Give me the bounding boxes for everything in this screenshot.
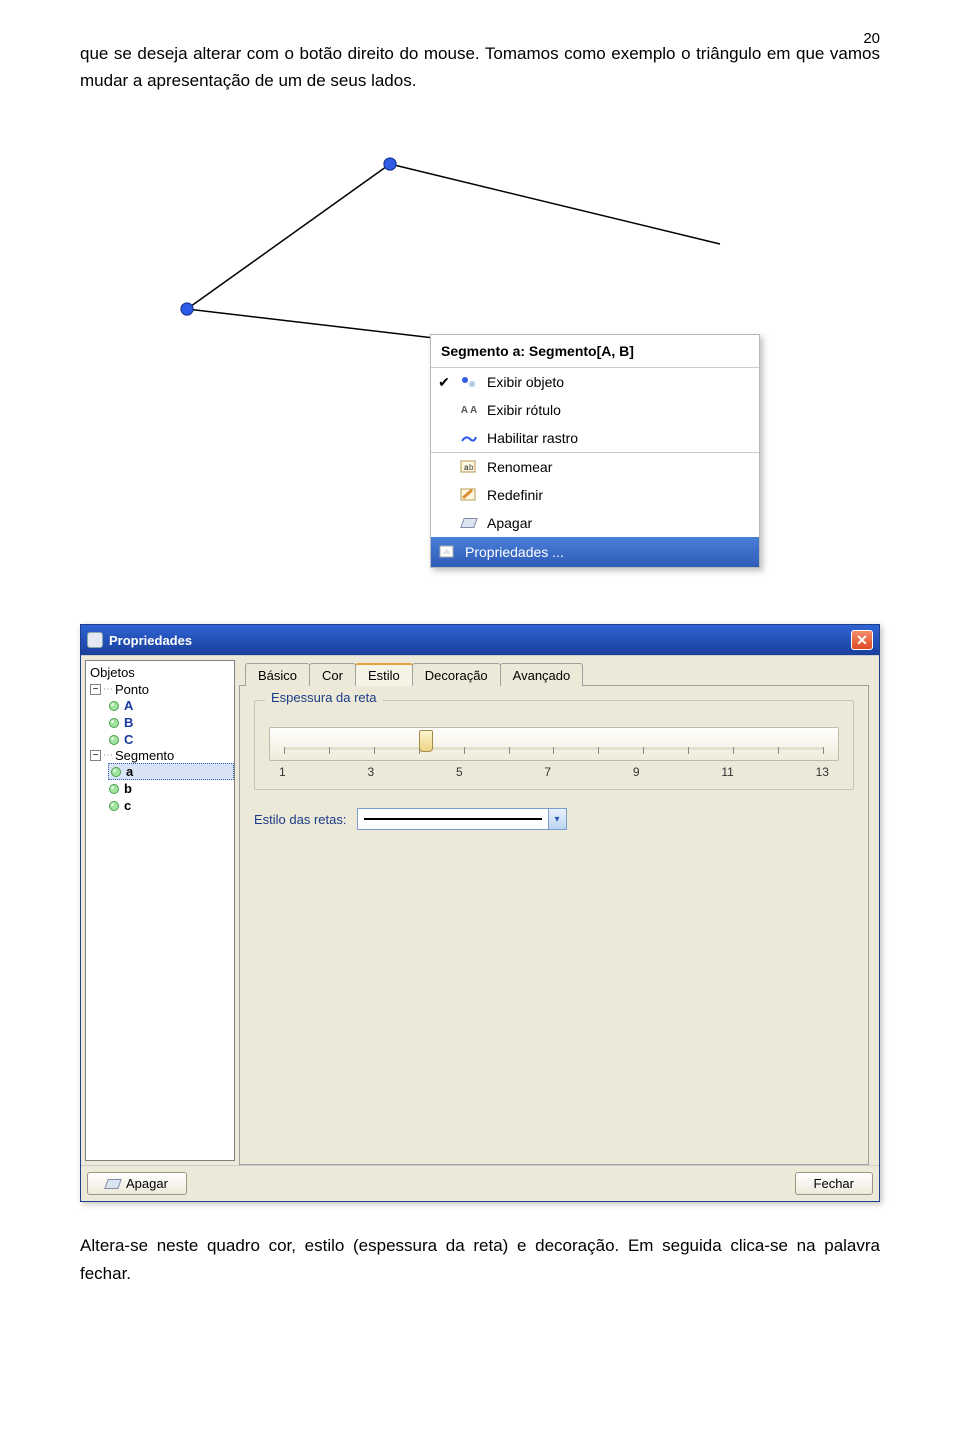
menu-item-label: Exibir objeto [487,374,564,390]
dialog-titlebar: Propriedades ✕ [81,625,879,655]
chevron-down-icon[interactable]: ▾ [548,809,566,829]
tree-item-c[interactable]: c [108,797,234,814]
redefine-icon [459,486,479,504]
tree-item-b[interactable]: b [108,780,234,797]
tree-item-label: b [124,781,132,796]
triangle-figure: Segmento a: Segmento[A, B] ✔ Exibir obje… [80,114,880,594]
trace-icon [459,429,479,447]
show-object-icon [459,373,479,391]
label-aa-icon: A A [459,401,479,419]
properties-dialog: Propriedades ✕ Objetos − ⋯ Ponto A [80,624,880,1202]
line-style-row: Estilo das retas: ▾ [254,808,854,830]
collapse-icon[interactable]: − [90,684,101,695]
menu-item-apagar[interactable]: Apagar [431,509,759,537]
app-icon [87,632,103,648]
checkmark-icon: ✔ [437,374,451,391]
tree-item-label: c [124,798,131,813]
close-button[interactable]: Fechar [795,1172,873,1195]
tree-item-B[interactable]: B [108,714,234,731]
dialog-title: Propriedades [109,633,192,648]
thickness-fieldset: Espessura da reta 1 3 5 7 [254,700,854,790]
point-icon [108,717,120,729]
tree-item-label: B [124,715,133,730]
close-icon[interactable]: ✕ [851,630,873,650]
svg-text:b: b [469,463,474,472]
menu-item-label: Renomear [487,459,552,475]
menu-item-habilitar-rastro[interactable]: Habilitar rastro [431,424,759,452]
menu-item-label: Apagar [487,515,532,531]
tree-item-label: A [124,698,133,713]
menu-item-redefinir[interactable]: Redefinir [431,481,759,509]
paragraph-top: que se deseja alterar com o botão direit… [80,40,880,94]
tab-estilo[interactable]: Estilo [355,663,413,686]
tab-basico[interactable]: Básico [245,663,310,686]
segment-icon [108,783,120,795]
tree-group-label: Segmento [115,748,174,763]
tree-item-label: C [124,732,133,747]
rename-icon: ab [459,458,479,476]
menu-item-renomear[interactable]: ab Renomear [431,453,759,481]
collapse-icon[interactable]: − [90,750,101,761]
tab-cor[interactable]: Cor [309,663,356,686]
tree-item-a[interactable]: a [108,763,234,780]
tab-content-estilo: Espessura da reta 1 3 5 7 [239,685,869,1165]
context-menu-group-1: ✔ Exibir objeto A A Exibir rótulo [431,368,759,452]
tree-group-label: Ponto [115,682,149,697]
fieldset-legend: Espessura da reta [265,690,383,705]
tree-item-C[interactable]: C [108,731,234,748]
segment-icon [110,766,122,778]
page-number: 20 [863,30,880,47]
segment-icon [108,800,120,812]
point-icon [108,734,120,746]
tree-group-segmento[interactable]: − ⋯ Segmento [90,748,234,763]
dialog-footer: Apagar Fechar [81,1165,879,1201]
point-icon [108,700,120,712]
context-menu-title: Segmento a: Segmento[A, B] [431,335,759,368]
tree-item-A[interactable]: A [108,697,234,714]
line-style-combo[interactable]: ▾ [357,808,567,830]
paragraph-bottom: Altera-se neste quadro cor, estilo (espe… [80,1232,880,1286]
tab-decoracao[interactable]: Decoração [412,663,501,686]
button-label: Apagar [126,1176,168,1191]
delete-button[interactable]: Apagar [87,1172,187,1195]
properties-icon [437,543,457,561]
eraser-icon [459,514,479,532]
slider-labels: 1 3 5 7 9 11 13 [269,765,839,779]
eraser-icon [104,1179,122,1189]
context-menu: Segmento a: Segmento[A, B] ✔ Exibir obje… [430,334,760,568]
tab-avancado[interactable]: Avançado [500,663,584,686]
menu-item-label: Redefinir [487,487,543,503]
menu-item-label: Habilitar rastro [487,430,578,446]
menu-item-propriedades[interactable]: Propriedades ... [431,537,759,567]
object-tree: Objetos − ⋯ Ponto A B [85,660,235,1161]
slider-thumb[interactable] [419,730,433,752]
menu-item-exibir-rotulo[interactable]: A A Exibir rótulo [431,396,759,424]
tree-header: Objetos [90,665,234,680]
line-preview [364,818,542,820]
tabs: Básico Cor Estilo Decoração Avançado [239,662,873,685]
button-label: Fechar [814,1176,854,1191]
menu-item-exibir-objeto[interactable]: ✔ Exibir objeto [431,368,759,396]
line-style-label: Estilo das retas: [254,812,347,827]
menu-item-label: Exibir rótulo [487,402,561,418]
tree-group-ponto[interactable]: − ⋯ Ponto [90,682,234,697]
thickness-slider[interactable] [269,727,839,761]
context-menu-group-2: ab Renomear Redefinir Apagar [431,453,759,537]
menu-item-label: Propriedades ... [465,544,564,560]
tree-item-label: a [126,764,133,779]
